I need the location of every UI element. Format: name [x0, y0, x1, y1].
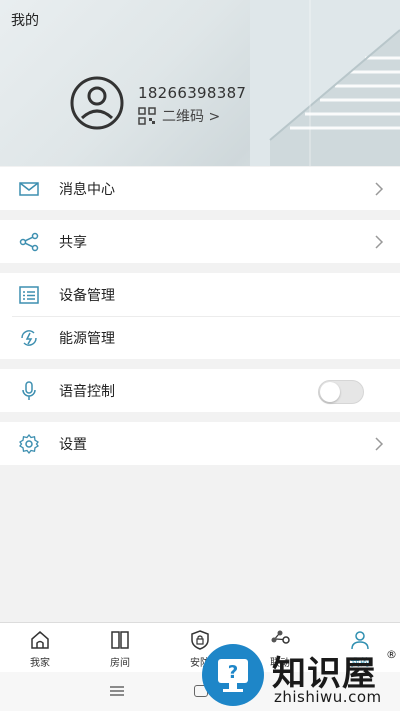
- envelope-icon: [19, 182, 39, 196]
- voice-control-toggle[interactable]: [318, 380, 364, 404]
- menu-label-devices: 设备管理: [59, 288, 115, 304]
- qr-code-link[interactable]: 二维码 >: [138, 106, 220, 126]
- microphone-icon: [22, 381, 36, 400]
- menu-label-share: 共享: [59, 235, 87, 251]
- menu-group-voice: 语音控制: [0, 369, 400, 412]
- chevron-right-icon: [375, 235, 384, 249]
- energy-icon: [21, 330, 37, 346]
- avatar-icon[interactable]: [66, 76, 128, 130]
- menu-item-share[interactable]: 共享: [0, 220, 400, 263]
- chevron-right-icon: [375, 182, 384, 196]
- house-icon: [31, 631, 49, 649]
- menu-icon[interactable]: [110, 686, 124, 696]
- menu-group-share: 共享: [0, 220, 400, 263]
- gear-icon: [19, 433, 39, 455]
- profile-header: 我的 18266398387 二维码 >: [0, 0, 400, 166]
- door-icon: [111, 631, 129, 649]
- svg-text:?: ?: [228, 662, 238, 683]
- menu-item-messages[interactable]: 消息中心: [0, 167, 400, 210]
- tab-rooms[interactable]: 房间: [80, 623, 160, 673]
- menu-label-settings: 设置: [59, 437, 87, 453]
- share-icon: [19, 232, 39, 252]
- user-phone-number: 18266398387: [138, 84, 247, 102]
- device-list-icon: [19, 286, 39, 304]
- watermark-logo: ? 知识屋 ® zhishiwu.com: [200, 624, 400, 711]
- qr-code-icon: [138, 107, 156, 125]
- qr-code-label: 二维码 >: [162, 109, 221, 125]
- chevron-right-icon: [375, 437, 384, 451]
- toggle-knob: [320, 382, 340, 402]
- menu-group-messages: 消息中心: [0, 167, 400, 210]
- tab-label-rooms: 房间: [110, 658, 130, 669]
- page-title: 我的: [11, 13, 39, 29]
- menu-item-settings[interactable]: 设置: [0, 422, 400, 465]
- menu-item-voice: 语音控制: [0, 369, 400, 412]
- menu-label-messages: 消息中心: [59, 182, 115, 198]
- watermark-domain: zhishiwu.com: [274, 688, 382, 706]
- watermark-circle: ?: [202, 644, 264, 706]
- menu-label-voice: 语音控制: [59, 384, 115, 400]
- background-staircase-image: [250, 0, 400, 166]
- menu-label-energy: 能源管理: [59, 331, 115, 347]
- menu-item-energy[interactable]: 能源管理: [0, 316, 400, 359]
- menu-group-management: 设备管理 能源管理: [0, 273, 400, 359]
- tab-home[interactable]: 我家: [0, 623, 80, 673]
- watermark-registered-mark: ®: [386, 648, 397, 661]
- menu-item-devices[interactable]: 设备管理: [0, 273, 400, 316]
- menu-group-settings: 设置: [0, 422, 400, 465]
- question-monitor-icon: ?: [218, 659, 248, 692]
- tab-label-home: 我家: [30, 658, 50, 669]
